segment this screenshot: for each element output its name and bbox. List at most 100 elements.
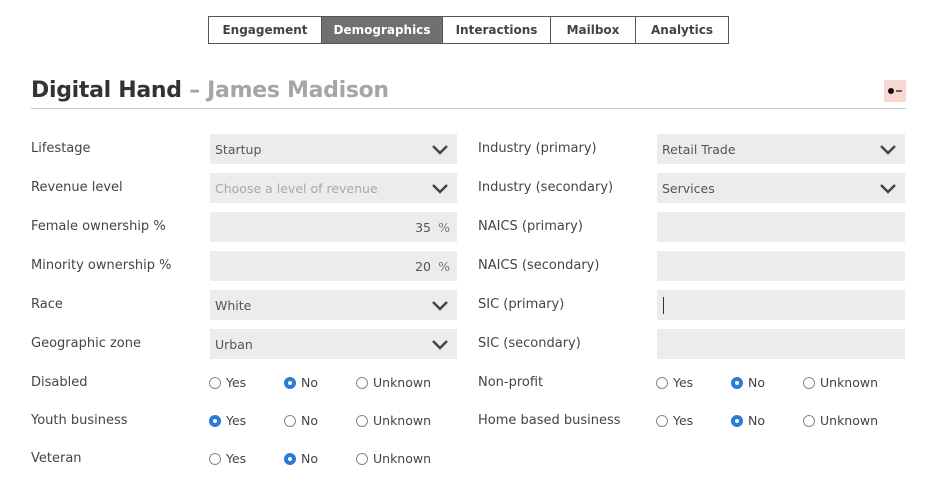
radio-circle-selected[interactable] (284, 376, 296, 389)
revenue-placeholder: Choose a level of revenue (215, 180, 378, 196)
radio-circle-selected[interactable] (731, 376, 743, 389)
revenue-select[interactable]: Choose a level of revenue (210, 173, 457, 203)
minority-ownership-value: 20 (415, 259, 431, 274)
tab-analytics[interactable]: Analytics (636, 17, 728, 43)
race-value: White (215, 297, 252, 313)
naics-secondary-label: NAICS (secondary) (478, 258, 600, 273)
page-title: Digital Hand – James Madison (31, 78, 389, 103)
radio-label: Unknown (373, 375, 432, 390)
radio-label: No (301, 375, 318, 390)
naics-primary-input[interactable] (657, 212, 905, 242)
sic-secondary-label: SIC (secondary) (478, 336, 581, 351)
title-separator: – (181, 78, 208, 103)
chevron-down-icon (880, 184, 896, 194)
veteran-unknown-radio[interactable]: Unknown (356, 451, 431, 466)
radio-circle[interactable] (209, 452, 221, 465)
disabled-yes-radio[interactable]: Yes (209, 375, 246, 390)
company-logo (884, 80, 906, 102)
radio-label: Unknown (820, 413, 879, 428)
logo-dot-icon (888, 88, 894, 94)
radio-label: No (748, 413, 765, 428)
radio-circle[interactable] (209, 376, 221, 389)
radio-circle[interactable] (356, 452, 368, 465)
geographic-zone-select[interactable]: Urban (210, 329, 457, 359)
youth-no-radio[interactable]: No (284, 413, 318, 428)
radio-circle[interactable] (284, 414, 296, 427)
geographic-zone-value: Urban (215, 336, 253, 352)
radio-circle[interactable] (656, 414, 668, 427)
industry-primary-select[interactable]: Retail Trade (657, 134, 905, 164)
industry-primary-label: Industry (primary) (478, 141, 597, 156)
contact-name: James Madison (207, 78, 389, 103)
tab-engagement[interactable]: Engagement (209, 17, 322, 43)
sic-primary-label: SIC (primary) (478, 297, 565, 312)
race-select[interactable]: White (210, 290, 457, 320)
non-profit-no-radio[interactable]: No (731, 375, 765, 390)
tab-demographics[interactable]: Demographics (322, 17, 443, 43)
naics-primary-label: NAICS (primary) (478, 219, 583, 234)
home-no-radio[interactable]: No (731, 413, 765, 428)
non-profit-unknown-radio[interactable]: Unknown (803, 375, 878, 390)
youth-unknown-radio[interactable]: Unknown (356, 413, 431, 428)
radio-circle[interactable] (803, 376, 815, 389)
revenue-label: Revenue level (31, 180, 123, 195)
text-cursor (663, 296, 664, 314)
chevron-down-icon (880, 145, 896, 155)
tab-mailbox[interactable]: Mailbox (551, 17, 636, 43)
radio-label: No (748, 375, 765, 390)
home-based-label: Home based business (478, 413, 621, 428)
chevron-down-icon (432, 145, 448, 155)
female-ownership-value: 35 (415, 220, 431, 235)
radio-circle-selected[interactable] (209, 414, 221, 427)
non-profit-label: Non-profit (478, 375, 544, 390)
disabled-unknown-radio[interactable]: Unknown (356, 375, 431, 390)
radio-label: Yes (673, 413, 694, 428)
lifestage-select[interactable]: Startup (210, 134, 457, 164)
lifestage-label: Lifestage (31, 141, 91, 156)
radio-label: Unknown (373, 451, 432, 466)
race-label: Race (31, 297, 63, 312)
percent-unit: % (438, 220, 450, 235)
non-profit-yes-radio[interactable]: Yes (656, 375, 693, 390)
chevron-down-icon (432, 301, 448, 311)
radio-label: Unknown (373, 413, 432, 428)
sic-primary-input[interactable] (657, 290, 905, 320)
chevron-down-icon (432, 184, 448, 194)
radio-circle-selected[interactable] (284, 452, 296, 465)
radio-label: Yes (673, 375, 694, 390)
home-unknown-radio[interactable]: Unknown (803, 413, 878, 428)
radio-circle[interactable] (656, 376, 668, 389)
radio-label: Yes (226, 413, 247, 428)
tab-bar: Engagement Demographics Interactions Mai… (208, 16, 729, 44)
radio-label: No (301, 451, 318, 466)
sic-secondary-input[interactable] (657, 329, 905, 359)
veteran-no-radio[interactable]: No (284, 451, 318, 466)
logo-text-mark (896, 90, 902, 92)
tab-interactions[interactable]: Interactions (443, 17, 551, 43)
company-name: Digital Hand (31, 78, 182, 103)
industry-primary-value: Retail Trade (662, 141, 736, 157)
veteran-label: Veteran (31, 451, 82, 466)
youth-yes-radio[interactable]: Yes (209, 413, 246, 428)
title-divider (31, 108, 906, 109)
percent-unit: % (438, 259, 450, 274)
female-ownership-input[interactable]: 35 % (210, 212, 457, 242)
female-ownership-label: Female ownership % (31, 219, 166, 234)
radio-circle-selected[interactable] (731, 414, 743, 427)
radio-label: No (301, 413, 318, 428)
radio-circle[interactable] (356, 414, 368, 427)
disabled-label: Disabled (31, 375, 88, 390)
radio-label: Unknown (820, 375, 879, 390)
veteran-yes-radio[interactable]: Yes (209, 451, 246, 466)
lifestage-value: Startup (215, 141, 262, 157)
geographic-zone-label: Geographic zone (31, 336, 141, 351)
industry-secondary-select[interactable]: Services (657, 173, 905, 203)
home-yes-radio[interactable]: Yes (656, 413, 693, 428)
radio-circle[interactable] (356, 376, 368, 389)
youth-business-label: Youth business (31, 413, 128, 428)
disabled-no-radio[interactable]: No (284, 375, 318, 390)
minority-ownership-label: Minority ownership % (31, 258, 172, 273)
naics-secondary-input[interactable] (657, 251, 905, 281)
minority-ownership-input[interactable]: 20 % (210, 251, 457, 281)
radio-circle[interactable] (803, 414, 815, 427)
